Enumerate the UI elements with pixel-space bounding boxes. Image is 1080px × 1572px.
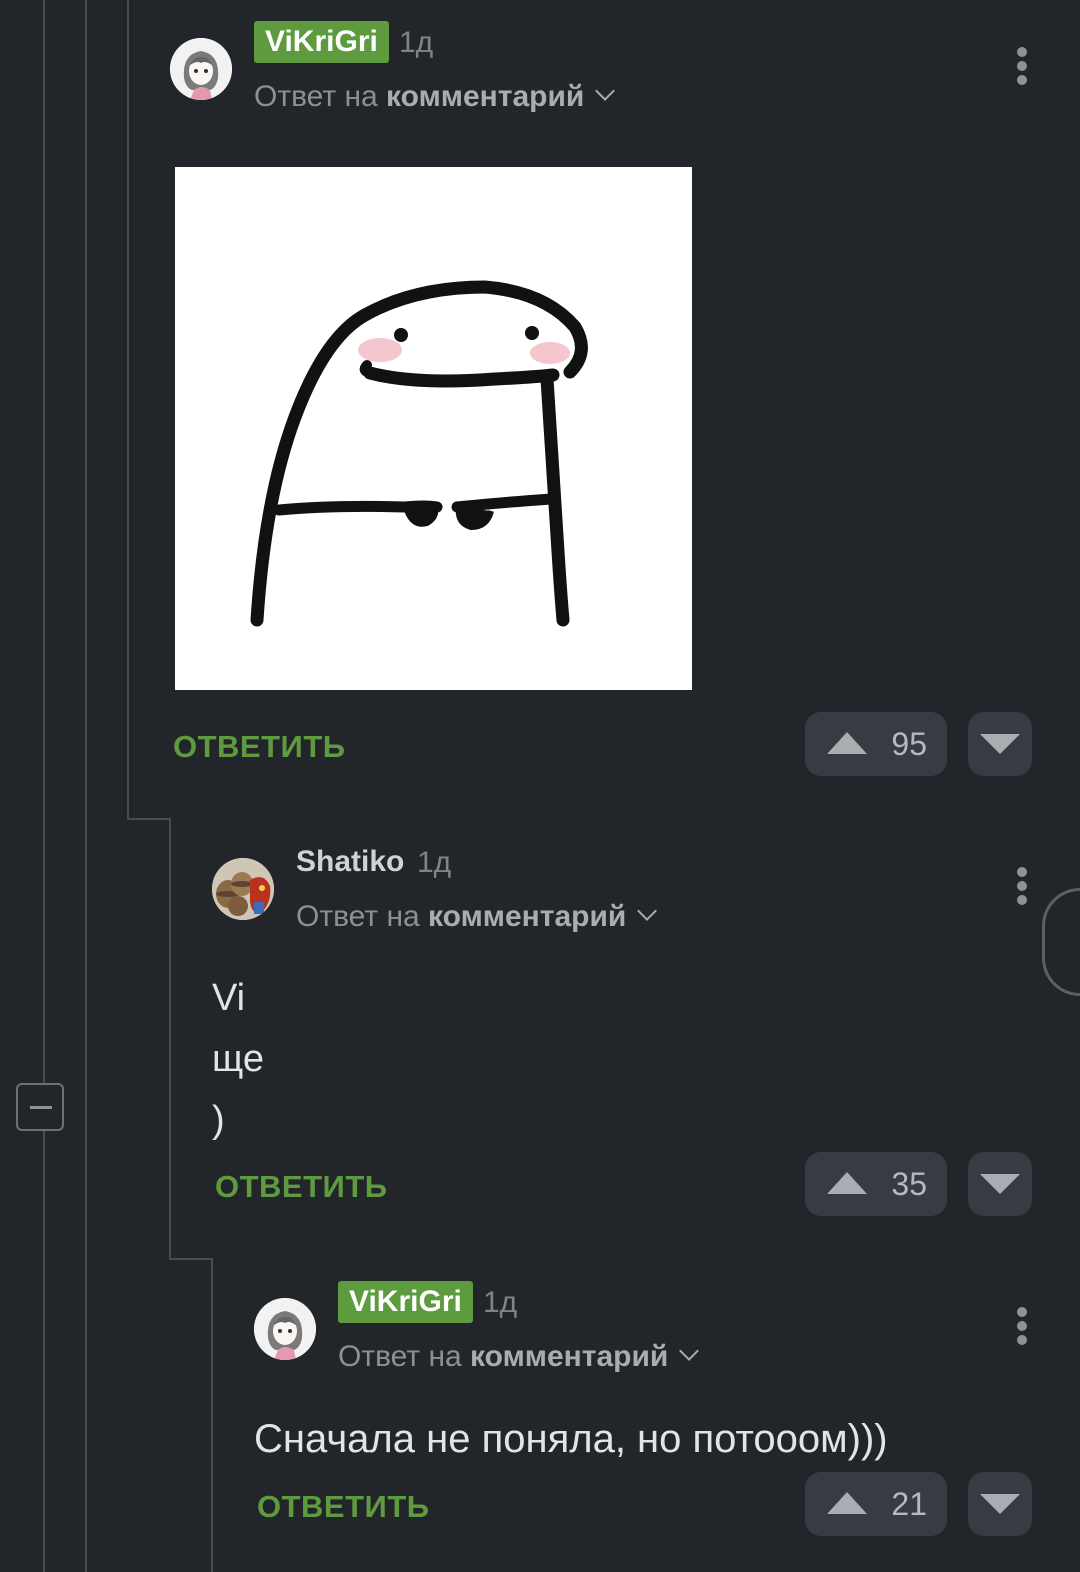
- avatar[interactable]: [212, 858, 274, 920]
- comment-score: 21: [891, 1486, 927, 1522]
- upvote-arrow-icon: [827, 1492, 867, 1514]
- reply-target: комментарий: [386, 80, 585, 113]
- downvote-button[interactable]: [968, 712, 1032, 776]
- reply-to-link[interactable]: Ответ на комментарий: [254, 77, 616, 117]
- comment-text: Сначала не поняла, но потооом))): [254, 1417, 888, 1461]
- username[interactable]: ViKriGri: [254, 21, 389, 63]
- downvote-button[interactable]: [968, 1152, 1032, 1216]
- thread-line: [127, 818, 170, 820]
- comment-time: 1д: [417, 846, 452, 879]
- collapse-thread-button[interactable]: [16, 1083, 64, 1131]
- comment-score: 35: [891, 1166, 927, 1202]
- more-vertical-icon[interactable]: [1012, 864, 1032, 908]
- chevron-down-icon: [637, 901, 658, 921]
- comment-text-line: Vi: [212, 977, 246, 1019]
- reply-target: комментарий: [470, 1340, 669, 1373]
- thread-line: [43, 0, 45, 1572]
- reply-prefix: Ответ на: [296, 900, 420, 933]
- reply-button[interactable]: ОТВЕТИТЬ: [257, 1487, 430, 1527]
- thread-line: [85, 0, 87, 1572]
- thread-line: [211, 1258, 213, 1572]
- reply-to-link[interactable]: Ответ на комментарий: [338, 1337, 700, 1377]
- comment-time: 1д: [399, 26, 434, 59]
- reply-prefix: Ответ на: [338, 1340, 462, 1373]
- collapse-minus-icon: [30, 1106, 52, 1109]
- thread-line: [127, 0, 129, 820]
- comment-text-line: ще: [212, 1038, 264, 1080]
- downvote-arrow-icon: [980, 1174, 1020, 1194]
- downvote-arrow-icon: [980, 1494, 1020, 1514]
- thread-line: [169, 1258, 212, 1260]
- comment-text: Vi ще ): [212, 968, 264, 1151]
- comment-score: 95: [891, 726, 927, 762]
- scroll-handle[interactable]: [1042, 888, 1080, 996]
- more-vertical-icon[interactable]: [1012, 44, 1032, 88]
- upvote-button[interactable]: 21: [805, 1472, 947, 1536]
- avatar[interactable]: [254, 1298, 316, 1360]
- upvote-button[interactable]: 35: [805, 1152, 947, 1216]
- upvote-button[interactable]: 95: [805, 712, 947, 776]
- comment-image[interactable]: [175, 167, 692, 690]
- reply-button[interactable]: ОТВЕТИТЬ: [215, 1167, 388, 1207]
- username[interactable]: ViKriGri: [338, 1281, 473, 1323]
- downvote-button[interactable]: [968, 1472, 1032, 1536]
- reply-button[interactable]: ОТВЕТИТЬ: [173, 727, 346, 767]
- comment-text-line: ): [212, 1099, 225, 1141]
- more-vertical-icon[interactable]: [1012, 1304, 1032, 1348]
- thread-line: [169, 818, 171, 1258]
- reply-prefix: Ответ на: [254, 80, 378, 113]
- chevron-down-icon: [595, 81, 616, 101]
- downvote-arrow-icon: [980, 734, 1020, 754]
- upvote-arrow-icon: [827, 1172, 867, 1194]
- reply-target: комментарий: [428, 900, 627, 933]
- comment-time: 1д: [483, 1286, 518, 1319]
- reply-to-link[interactable]: Ответ на комментарий: [296, 897, 658, 937]
- chevron-down-icon: [679, 1341, 700, 1361]
- avatar[interactable]: [170, 38, 232, 100]
- upvote-arrow-icon: [827, 732, 867, 754]
- username[interactable]: Shatiko: [296, 841, 404, 883]
